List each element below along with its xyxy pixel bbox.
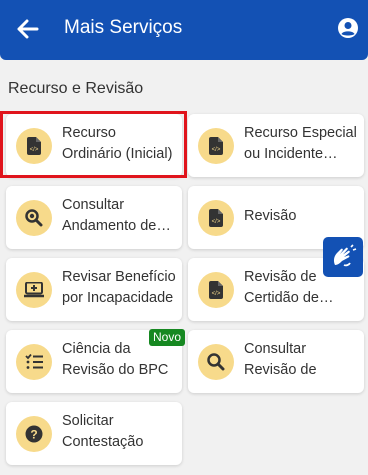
page-title: Mais Serviços [64, 17, 183, 38]
card-label: Recurso Ordinário (Inicial) [62, 125, 173, 162]
card-revisar-beneficio-incapacidade[interactable]: Revisar Benefício por Incapacidade [6, 258, 182, 321]
checklist-icon [16, 344, 52, 380]
svg-text:</>: </> [212, 219, 221, 225]
app-header: Mais Serviços [0, 0, 368, 60]
card-recurso-especial[interactable]: </> Recurso Especial ou Incidente… [188, 114, 364, 177]
file-code-icon: </> [16, 128, 52, 164]
file-code-icon: </> [198, 272, 234, 308]
accessibility-libras-button[interactable] [323, 237, 363, 277]
laptop-plus-icon [16, 272, 52, 308]
card-consultar-revisao-beneficio[interactable]: Consultar Revisão de Benefício -… [188, 330, 364, 393]
card-label: Revisão [244, 208, 297, 224]
new-badge: Novo [149, 329, 186, 346]
file-code-icon: </> [198, 128, 234, 164]
card-recurso-ordinario[interactable]: </> Recurso Ordinário (Inicial) [6, 114, 182, 177]
arrow-left-icon [17, 19, 39, 39]
section-title: Recurso e Revisão [8, 80, 144, 97]
card-label: Consultar Revisão de Benefício -… [244, 341, 317, 378]
magnify-icon [16, 200, 52, 236]
file-code-icon: </> [198, 200, 234, 236]
card-label: Consultar Andamento de… [62, 197, 171, 234]
user-button[interactable] [336, 16, 360, 40]
svg-text:</>: </> [212, 291, 221, 297]
sign-language-icon [333, 244, 357, 267]
card-label: Solicitar Contestação de… [62, 413, 144, 450]
card-label: Revisar Benefício por Incapacidade [62, 269, 176, 306]
card-label: Recurso Especial ou Incidente… [244, 125, 357, 162]
svg-text:?: ? [30, 428, 37, 442]
card-consultar-andamento[interactable]: Consultar Andamento de… [6, 186, 182, 249]
magnify-icon [198, 344, 234, 380]
card-solicitar-contestacao[interactable]: ? Solicitar Contestação de… [6, 402, 182, 465]
svg-text:</>: </> [212, 147, 221, 153]
account-circle-icon [338, 18, 358, 38]
question-circle-icon: ? [16, 416, 52, 452]
back-button[interactable] [12, 14, 44, 44]
svg-text:</>: </> [30, 147, 39, 153]
